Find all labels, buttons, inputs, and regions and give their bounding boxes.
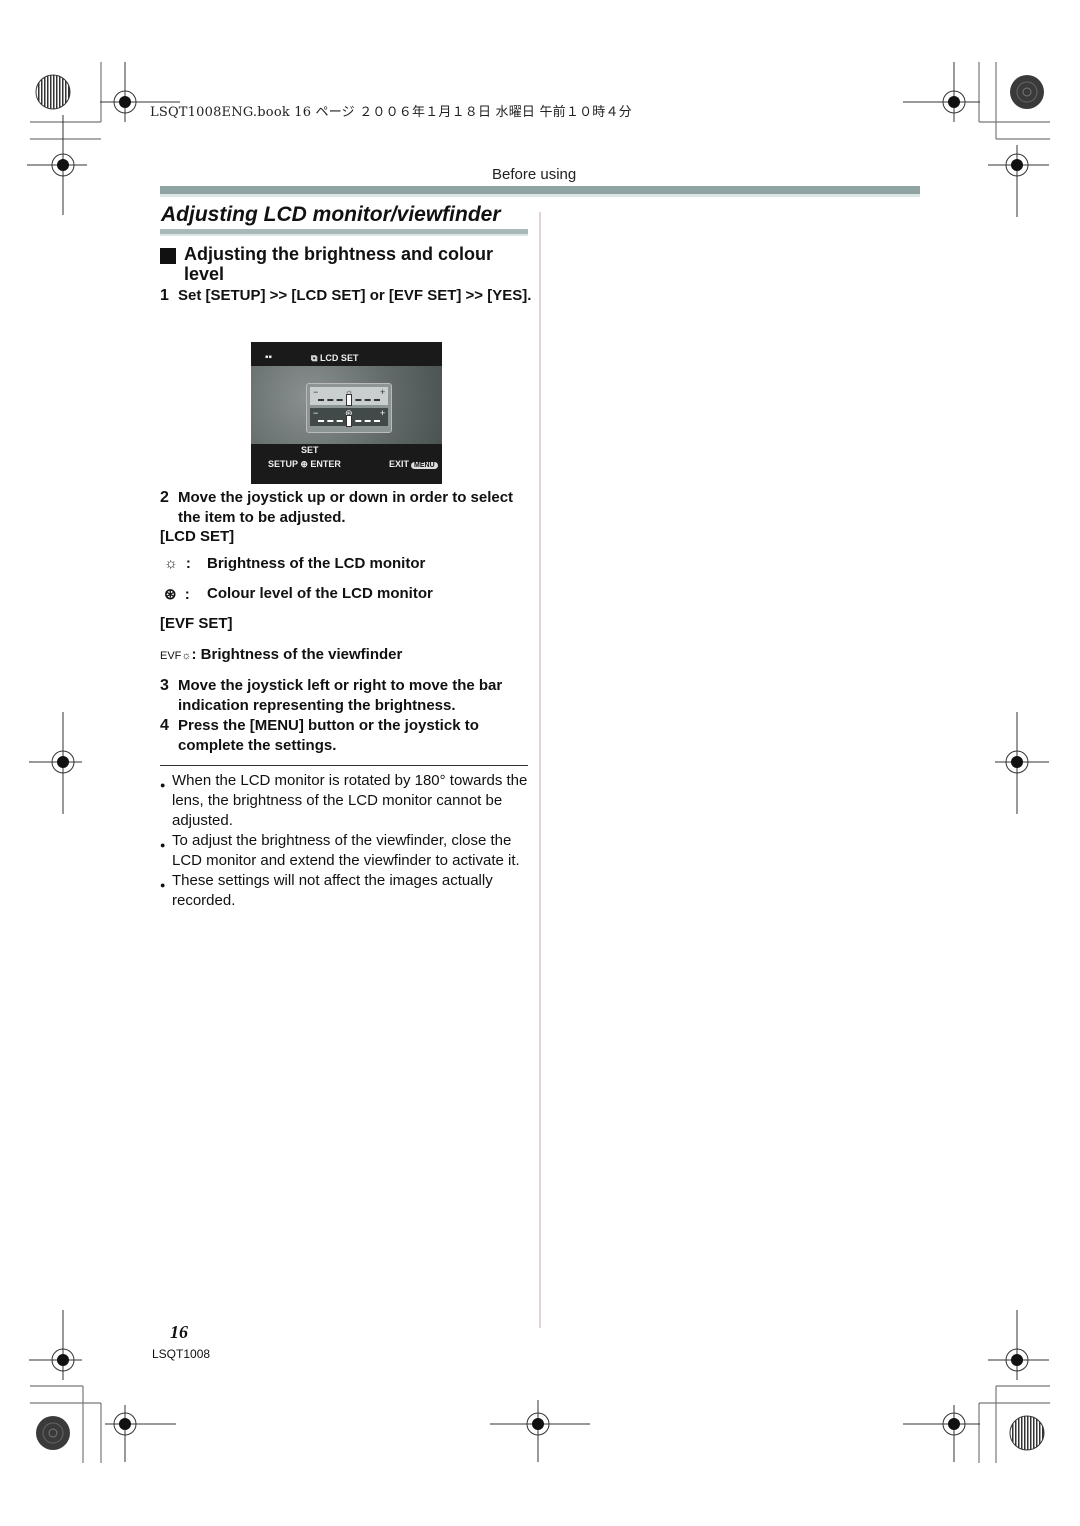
note-item: ● When the LCD monitor is rotated by 180°… [160,771,528,831]
lcd-set-item: ☼ : Brightness of the LCD monitor [164,555,425,572]
adjust-panel: − ☼ + − ⊛ + [306,383,392,433]
registration-mark-icon [27,115,87,215]
title-underline [160,229,528,236]
exit-label: EXIT [389,459,410,469]
brightness-row: − ☼ + [310,387,388,406]
minus-label: − [313,408,319,418]
set-label: SET [301,445,319,455]
note-text: These settings will not affect the image… [172,872,493,909]
note-text: To adjust the brightness of the viewfind… [172,832,520,869]
color-disc-icon [1010,75,1044,109]
joystick-icon: ⊕ [300,459,308,469]
minus-label: − [313,387,319,397]
note-text: When the LCD monitor is rotated by 180° … [172,772,528,829]
step-number: 2 [160,489,169,506]
note-item: ● These settings will not affect the imag… [160,871,528,911]
screen-title: LCD SET [319,353,359,363]
brightness-icon: ☼ [164,555,178,572]
lcd-set-screen: ▪▪ ⧉ LCD SET − ☼ + − ⊛ + SET SETUP ⊕ ENT… [251,342,442,484]
separator: : [191,646,197,663]
lcd-set-item: ⊛ : Colour level of the LCD monitor [164,585,433,603]
menu-button-icon: MENU [411,462,438,469]
registration-mark-icon [105,1405,176,1462]
lcd-set-label: [LCD SET] [160,528,235,545]
star-target-icon [1009,1415,1045,1451]
separator: : [185,555,191,572]
step-text: Set [SETUP] >> [LCD SET] or [EVF SET] >>… [178,287,532,304]
item-description: Brightness of the LCD monitor [207,555,426,572]
step-number: 3 [160,677,169,694]
registration-mark-icon [988,145,1049,217]
column-divider [539,212,541,1328]
section-label: Before using [492,166,577,183]
evf-brightness-icon: EVF☼ [160,650,192,662]
registration-mark-icon [903,1405,980,1462]
step-text: Move the joystick up or down in order to… [178,489,514,526]
page-title: Adjusting LCD monitor/viewfinder [161,203,501,226]
colour-row: − ⊛ + [310,408,388,427]
notes-list: ● When the LCD monitor is rotated by 180°… [160,771,528,911]
square-bullet-icon [160,248,176,264]
bullet-icon: ● [160,780,166,790]
step-text: Move the joystick left or right to move … [178,677,503,714]
step-text: Press the [MENU] button or the joystick … [178,717,479,754]
note-item: ● To adjust the brightness of the viewfin… [160,831,528,871]
lcd-set-header: ⧉ LCD SET [311,353,358,364]
step-number: 1 [160,287,169,304]
item-description: Colour level of the LCD monitor [207,585,433,602]
plus-label: + [380,387,386,397]
page-number: 16 [170,1322,188,1342]
lcd-set-icon: ⧉ [311,353,320,363]
notes-divider [160,765,528,766]
registration-mark-icon [29,712,82,814]
book-file-info: LSQT1008ENG.book 16 ページ ２００６年１月１８日 水曜日 午… [150,105,632,120]
document-code: LSQT1008 [152,1347,211,1361]
exit-hint: EXIT MENU [389,459,438,469]
subsection-title: Adjusting the brightness and colour leve… [184,244,494,284]
registration-mark-icon [490,1400,590,1462]
setup-enter-hint: SETUP ⊕ ENTER [268,459,341,470]
registration-mark-icon [995,712,1049,814]
bullet-icon: ● [160,880,166,890]
registration-mark-icon [903,62,980,122]
registration-mark-icon [29,1310,82,1380]
brightness-slider-handle [346,394,352,406]
bullet-icon: ● [160,840,166,850]
colour-icon: ⊛ [164,586,177,603]
evf-set-label: [EVF SET] [160,615,233,632]
header-rule [160,186,920,197]
camera-mode-icon: ▪▪ [265,352,273,363]
setup-label: SETUP [268,459,298,469]
item-description: Brightness of the viewfinder [200,646,403,663]
enter-label: ENTER [310,459,341,469]
colour-slider-handle [346,415,352,427]
evf-set-item: EVF☼: Brightness of the viewfinder [160,646,402,663]
step-number: 4 [160,717,169,734]
star-target-icon [35,74,71,110]
separator: : [184,586,190,603]
color-disc-icon [36,1416,70,1450]
plus-label: + [380,408,386,418]
registration-mark-icon [988,1310,1049,1380]
